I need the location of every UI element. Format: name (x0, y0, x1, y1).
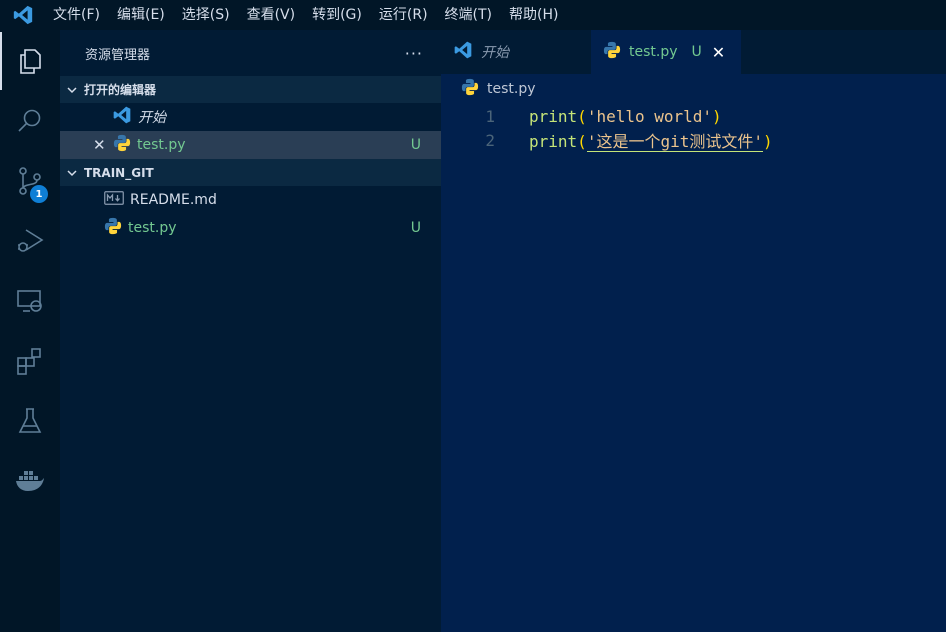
folder-section-header[interactable]: TRAIN_GIT (60, 159, 441, 186)
source-control-badge: 1 (30, 185, 48, 203)
git-status-badge: U (410, 137, 421, 153)
vscode-logo-icon (112, 105, 132, 129)
git-status-badge: U (691, 44, 702, 60)
menu-selection[interactable]: 选择(S) (175, 0, 240, 30)
run-debug-activity-button[interactable] (0, 212, 60, 270)
python-file-icon (603, 41, 621, 63)
file-item-readme[interactable]: README.md (60, 186, 441, 214)
file-label: test.py (128, 220, 177, 236)
testing-activity-button[interactable] (0, 392, 60, 450)
tab-start[interactable]: 开始 (441, 30, 591, 74)
code-editor[interactable]: 1 print('hello world') 2 print('这是一个git测… (441, 104, 946, 152)
source-control-activity-button[interactable]: 1 (0, 152, 60, 210)
breadcrumb-file[interactable]: test.py (487, 81, 536, 97)
tab-test-py[interactable]: test.py U ✕ (591, 30, 741, 74)
close-icon[interactable]: ✕ (93, 136, 111, 154)
open-editor-item-test-py[interactable]: ✕ test.py U (60, 131, 441, 159)
code-function: print (529, 106, 578, 126)
line-number: 1 (485, 106, 495, 126)
code-line: 2 print('这是一个git测试文件') (441, 128, 946, 152)
vscode-logo-icon (453, 40, 473, 64)
explorer-title: 资源管理器 (85, 47, 151, 63)
folder-title: TRAIN_GIT (84, 165, 154, 180)
run-debug-icon (18, 229, 44, 252)
explorer-sidebar: 资源管理器 ··· 打开的编辑器 开始 ✕ test.py U TRAIN_GI… (60, 30, 441, 632)
menu-bar: 文件(F) 编辑(E) 选择(S) 查看(V) 转到(G) 运行(R) 终端(T… (0, 0, 946, 30)
breadcrumb: test.py (441, 74, 946, 104)
code-paren: ( (577, 106, 587, 126)
extensions-activity-button[interactable] (0, 332, 60, 390)
editor-tabs: 开始 test.py U ✕ (441, 30, 946, 74)
tab-label: test.py (629, 44, 678, 60)
menu-file[interactable]: 文件(F) (46, 0, 110, 30)
files-icon (20, 49, 41, 74)
explorer-header: 资源管理器 ··· (60, 30, 441, 76)
open-editor-label: test.py (137, 137, 186, 153)
docker-icon (16, 471, 44, 491)
docker-activity-button[interactable] (0, 452, 60, 510)
code-paren: ) (762, 132, 773, 151)
line-content: print('hello world') (529, 107, 722, 126)
code-paren: ( (577, 132, 587, 151)
flask-icon (18, 408, 42, 433)
menu-edit[interactable]: 编辑(E) (110, 0, 175, 30)
remote-explorer-icon (17, 290, 42, 312)
python-file-icon (461, 78, 479, 100)
explorer-activity-button[interactable] (0, 32, 60, 90)
search-icon (18, 109, 41, 132)
vscode-logo-icon (0, 0, 46, 30)
extensions-icon (17, 348, 41, 375)
line-content: print('这是一个git测试文件') (529, 128, 773, 152)
code-paren: ) (712, 106, 722, 126)
open-editors-title: 打开的编辑器 (84, 83, 157, 97)
more-actions-button[interactable]: ··· (405, 44, 423, 63)
remote-explorer-activity-button[interactable] (0, 272, 60, 330)
activity-bar: 1 (0, 30, 60, 632)
menu-help[interactable]: 帮助(H) (502, 0, 568, 30)
git-status-badge: U (410, 220, 421, 236)
code-string: 'hello world' (586, 106, 713, 126)
markdown-file-icon (104, 191, 124, 209)
search-activity-button[interactable] (0, 92, 60, 150)
chevron-down-icon (60, 84, 84, 96)
code-line: 1 print('hello world') (441, 104, 946, 128)
menu-run[interactable]: 运行(R) (372, 0, 438, 30)
editor-area: 开始 test.py U ✕ test.py 1 print('hello wo… (441, 30, 946, 632)
menu-terminal[interactable]: 终端(T) (438, 0, 502, 30)
menu-go[interactable]: 转到(G) (305, 0, 372, 30)
close-tab-icon[interactable]: ✕ (712, 43, 725, 62)
open-editor-item-start[interactable]: 开始 (60, 103, 441, 131)
line-number: 2 (485, 130, 495, 150)
tab-label: 开始 (481, 45, 509, 61)
open-editor-label: 开始 (138, 110, 166, 126)
code-string: '这是一个git测试文件' (586, 132, 763, 152)
file-item-test-py[interactable]: test.py U (60, 214, 441, 242)
python-file-icon (104, 217, 122, 239)
python-file-icon (113, 134, 131, 156)
code-function: print (529, 132, 578, 151)
open-editors-section-header[interactable]: 打开的编辑器 (60, 76, 441, 103)
file-label: README.md (130, 192, 217, 208)
chevron-down-icon (60, 167, 84, 179)
menu-view[interactable]: 查看(V) (240, 0, 306, 30)
